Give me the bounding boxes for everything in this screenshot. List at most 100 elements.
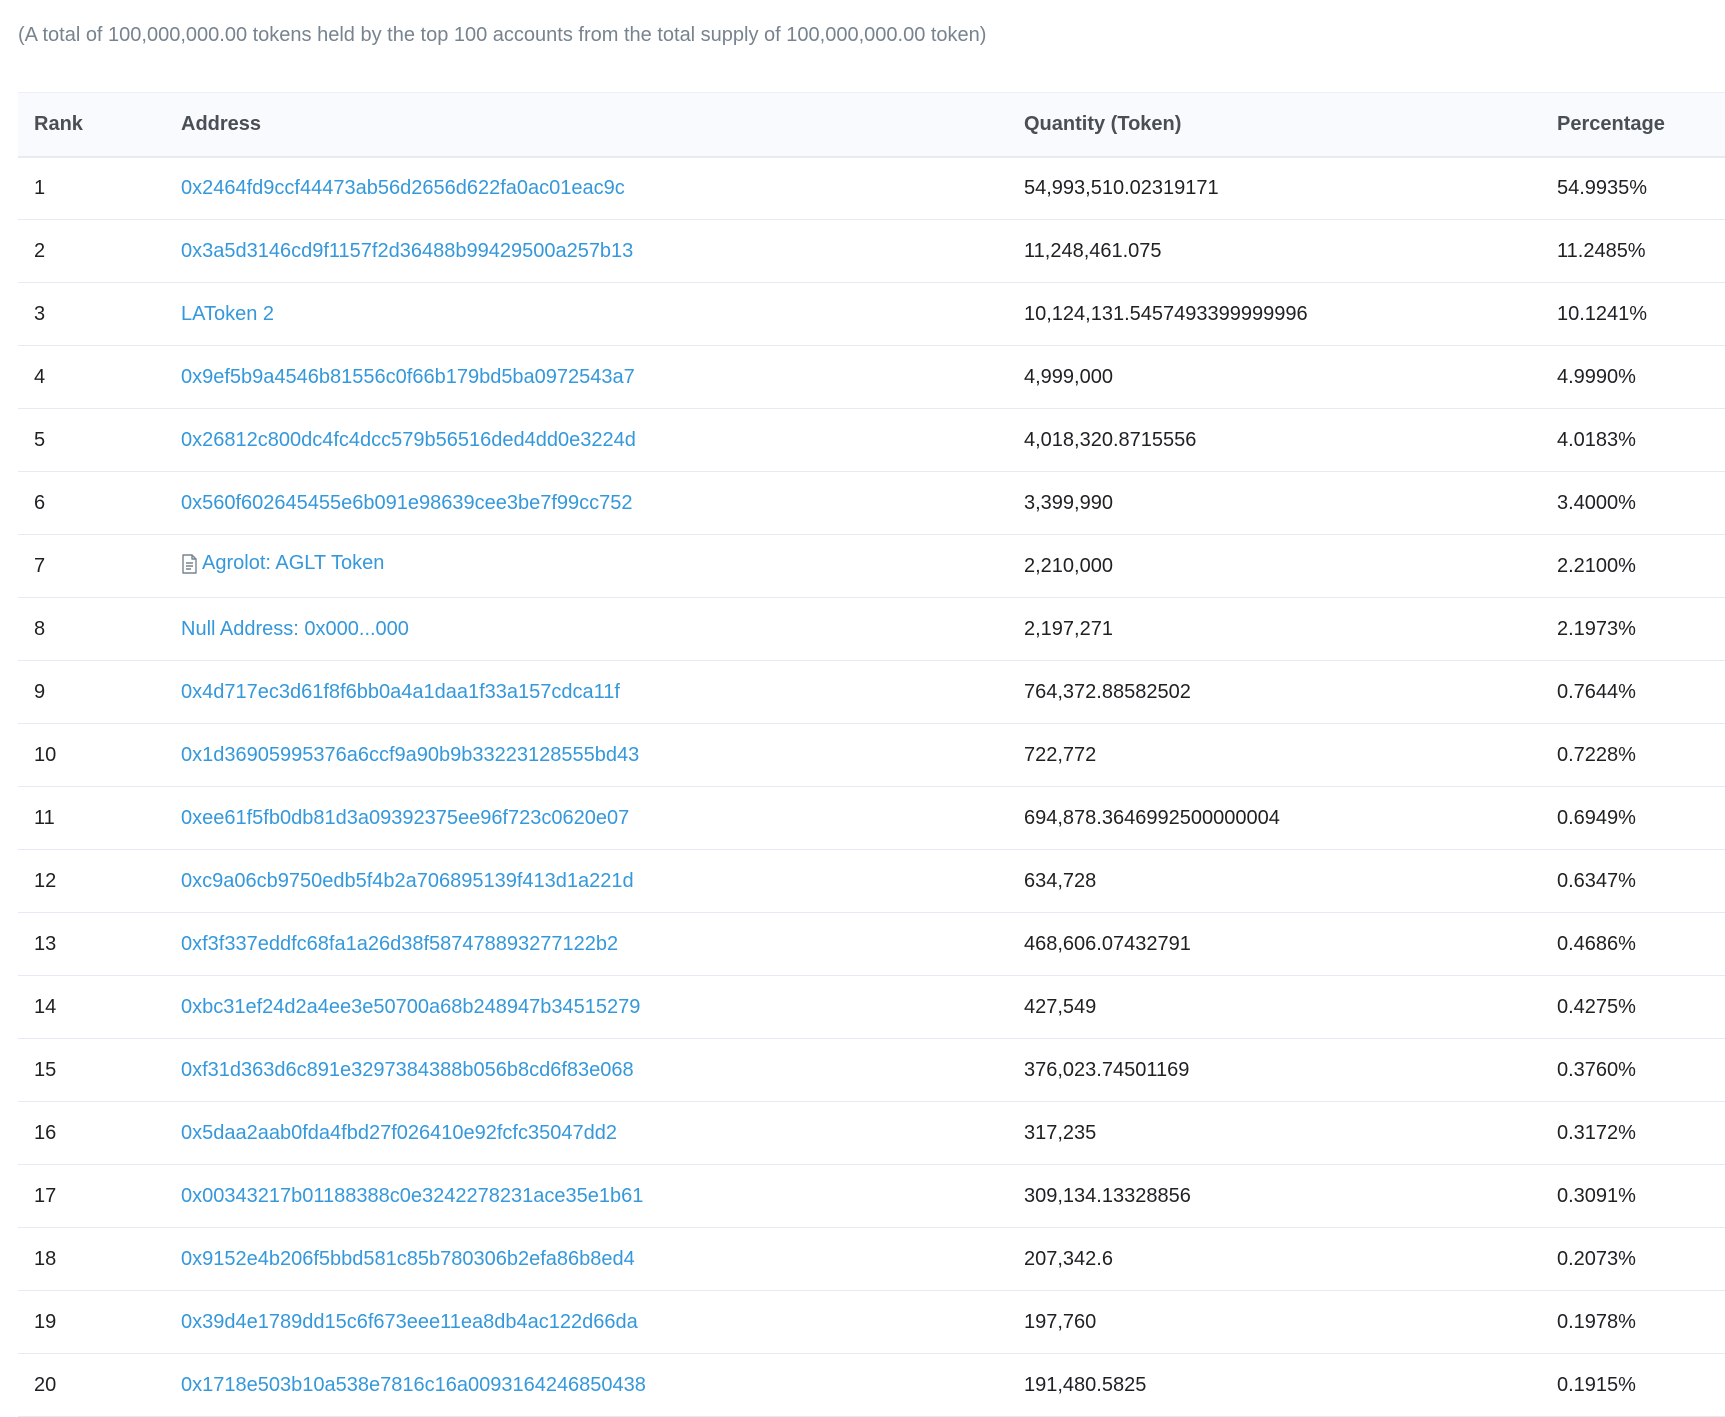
holder-address-link[interactable]: 0xbc31ef24d2a4ee3e50700a68b248947b345152…: [181, 996, 640, 1019]
holder-address-link[interactable]: 0x5daa2aab0fda4fbd27f026410e92fcfc35047d…: [181, 1122, 617, 1145]
address-cell: 0x2464fd9ccf44473ab56d2656d622fa0ac01eac…: [165, 156, 1008, 220]
percentage-cell: 0.6347%: [1541, 849, 1725, 913]
table-row: 17 0x00343217b01188388c0e3242278231ace35e…: [18, 1164, 1725, 1228]
rank-cell: 20: [18, 1353, 165, 1417]
address-cell: 0xc9a06cb9750edb5f4b2a706895139f413d1a22…: [165, 849, 1008, 913]
holder-address-text: 0xee61f5fb0db81d3a09392375ee96f723c0620e…: [181, 806, 630, 829]
quantity-cell: 634,728: [1008, 849, 1541, 913]
table-row: 16 0x5daa2aab0fda4fbd27f026410e92fcfc3504…: [18, 1101, 1725, 1165]
rank-cell: 13: [18, 912, 165, 976]
holder-address-text: 0x4d717ec3d61f8f6bb0a4a1daa1f33a157cdca1…: [181, 680, 620, 703]
holder-address-link[interactable]: 0x26812c800dc4fc4dcc579b56516ded4dd0e322…: [181, 429, 636, 452]
table-row: 7 Agrolot: AGLT Token 2,210,000 2.2100%: [18, 534, 1725, 598]
table-row: 14 0xbc31ef24d2a4ee3e50700a68b248947b3451…: [18, 975, 1725, 1039]
column-header-rank: Rank: [18, 92, 165, 158]
table-row: 5 0x26812c800dc4fc4dcc579b56516ded4dd0e32…: [18, 408, 1725, 472]
holder-address-link[interactable]: 0xee61f5fb0db81d3a09392375ee96f723c0620e…: [181, 807, 629, 830]
quantity-cell: 4,999,000: [1008, 345, 1541, 409]
holder-address-link[interactable]: 0xc9a06cb9750edb5f4b2a706895139f413d1a22…: [181, 870, 634, 893]
percentage-cell: 0.6949%: [1541, 786, 1725, 850]
holder-address-link[interactable]: 0x4d717ec3d61f8f6bb0a4a1daa1f33a157cdca1…: [181, 681, 620, 704]
percentage-cell: 0.1978%: [1541, 1290, 1725, 1354]
rank-cell: 14: [18, 975, 165, 1039]
table-header: Rank Address Quantity (Token) Percentage: [18, 92, 1725, 158]
rank-cell: 4: [18, 345, 165, 409]
quantity-cell: 10,124,131.5457493399999996: [1008, 282, 1541, 346]
rank-cell: 7: [18, 534, 165, 598]
table-row: 2 0x3a5d3146cd9f1157f2d36488b99429500a257…: [18, 219, 1725, 283]
holder-address-text: 0xf3f337eddfc68fa1a26d38f587478893277122…: [181, 932, 619, 955]
rank-cell: 18: [18, 1227, 165, 1291]
address-cell: 0x9152e4b206f5bbd581c85b780306b2efa86b8e…: [165, 1227, 1008, 1291]
quantity-cell: 468,606.07432791: [1008, 912, 1541, 976]
address-cell: 0x9ef5b9a4546b81556c0f66b179bd5ba0972543…: [165, 345, 1008, 409]
holder-address-link[interactable]: LAToken 2: [181, 303, 274, 326]
holder-address-text: 0x3a5d3146cd9f1157f2d36488b99429500a257b…: [181, 239, 634, 262]
table-header-row: Rank Address Quantity (Token) Percentage: [18, 92, 1725, 158]
holder-address-text: 0x9ef5b9a4546b81556c0f66b179bd5ba0972543…: [181, 365, 635, 388]
holder-address-text: 0x1d36905995376a6ccf9a90b9b33223128555bd…: [181, 743, 640, 766]
holder-address-link[interactable]: 0x39d4e1789dd15c6f673eee11ea8db4ac122d66…: [181, 1311, 638, 1334]
quantity-cell: 3,399,990: [1008, 471, 1541, 535]
address-cell: 0x00343217b01188388c0e3242278231ace35e1b…: [165, 1164, 1008, 1228]
holder-address-link[interactable]: 0x9152e4b206f5bbd581c85b780306b2efa86b8e…: [181, 1248, 635, 1271]
column-header-quantity: Quantity (Token): [1008, 92, 1541, 158]
holder-address-text: 0x5daa2aab0fda4fbd27f026410e92fcfc35047d…: [181, 1121, 617, 1144]
holder-address-link[interactable]: 0xf3f337eddfc68fa1a26d38f587478893277122…: [181, 933, 618, 956]
quantity-cell: 2,197,271: [1008, 597, 1541, 661]
table-row: 18 0x9152e4b206f5bbd581c85b780306b2efa86b…: [18, 1227, 1725, 1291]
holder-address-link[interactable]: 0x00343217b01188388c0e3242278231ace35e1b…: [181, 1185, 643, 1208]
rank-cell: 16: [18, 1101, 165, 1165]
quantity-cell: 4,018,320.8715556: [1008, 408, 1541, 472]
holder-address-link[interactable]: 0x3a5d3146cd9f1157f2d36488b99429500a257b…: [181, 240, 633, 263]
address-cell: 0x26812c800dc4fc4dcc579b56516ded4dd0e322…: [165, 408, 1008, 472]
column-header-percentage: Percentage: [1541, 92, 1725, 158]
holder-address-text: Null Address: 0x000...000: [181, 617, 409, 640]
holder-address-link[interactable]: 0x560f602645455e6b091e98639cee3be7f99cc7…: [181, 492, 633, 515]
rank-cell: 1: [18, 156, 165, 220]
quantity-cell: 427,549: [1008, 975, 1541, 1039]
table-row: 4 0x9ef5b9a4546b81556c0f66b179bd5ba097254…: [18, 345, 1725, 409]
table-body: 1 0x2464fd9ccf44473ab56d2656d622fa0ac01ea…: [18, 156, 1725, 1417]
holder-address-text: 0x26812c800dc4fc4dcc579b56516ded4dd0e322…: [181, 428, 636, 451]
rank-cell: 19: [18, 1290, 165, 1354]
percentage-cell: 10.1241%: [1541, 282, 1725, 346]
holder-address-link[interactable]: 0x9ef5b9a4546b81556c0f66b179bd5ba0972543…: [181, 366, 635, 389]
rank-cell: 17: [18, 1164, 165, 1228]
table-row: 1 0x2464fd9ccf44473ab56d2656d622fa0ac01ea…: [18, 156, 1725, 220]
table-row: 15 0xf31d363d6c891e3297384388b056b8cd6f83…: [18, 1038, 1725, 1102]
holder-address-link[interactable]: Agrolot: AGLT Token: [181, 552, 384, 575]
rank-cell: 11: [18, 786, 165, 850]
holder-address-text: 0xf31d363d6c891e3297384388b056b8cd6f83e0…: [181, 1058, 634, 1081]
column-header-address: Address: [165, 92, 1008, 158]
rank-cell: 12: [18, 849, 165, 913]
table-row: 12 0xc9a06cb9750edb5f4b2a706895139f413d1a…: [18, 849, 1725, 913]
holder-address-link[interactable]: 0x1718e503b10a538e7816c16a00931642468504…: [181, 1374, 646, 1397]
percentage-cell: 0.3091%: [1541, 1164, 1725, 1228]
rank-cell: 3: [18, 282, 165, 346]
table-row: 6 0x560f602645455e6b091e98639cee3be7f99cc…: [18, 471, 1725, 535]
address-cell: LAToken 2: [165, 282, 1008, 346]
table-row: 11 0xee61f5fb0db81d3a09392375ee96f723c062…: [18, 786, 1725, 850]
quantity-cell: 11,248,461.075: [1008, 219, 1541, 283]
contract-document-icon: [181, 554, 198, 574]
holder-address-link[interactable]: 0x1d36905995376a6ccf9a90b9b33223128555bd…: [181, 744, 639, 767]
percentage-cell: 0.4686%: [1541, 912, 1725, 976]
quantity-cell: 317,235: [1008, 1101, 1541, 1165]
percentage-cell: 0.4275%: [1541, 975, 1725, 1039]
table-row: 20 0x1718e503b10a538e7816c16a009316424685…: [18, 1353, 1725, 1417]
holder-address-text: 0xbc31ef24d2a4ee3e50700a68b248947b345152…: [181, 995, 641, 1018]
holder-address-text: Agrolot: AGLT Token: [202, 552, 385, 575]
table-row: 10 0x1d36905995376a6ccf9a90b9b33223128555…: [18, 723, 1725, 787]
quantity-cell: 694,878.3646992500000004: [1008, 786, 1541, 850]
holder-address-link[interactable]: 0xf31d363d6c891e3297384388b056b8cd6f83e0…: [181, 1059, 634, 1082]
address-cell: 0x1718e503b10a538e7816c16a00931642468504…: [165, 1353, 1008, 1417]
holder-address-link[interactable]: 0x2464fd9ccf44473ab56d2656d622fa0ac01eac…: [181, 177, 625, 200]
rank-cell: 6: [18, 471, 165, 535]
holder-address-link[interactable]: Null Address: 0x000...000: [181, 618, 409, 641]
quantity-cell: 191,480.5825: [1008, 1353, 1541, 1417]
holder-address-text: 0x00343217b01188388c0e3242278231ace35e1b…: [181, 1184, 644, 1207]
address-cell: 0xf3f337eddfc68fa1a26d38f587478893277122…: [165, 912, 1008, 976]
percentage-cell: 11.2485%: [1541, 219, 1725, 283]
quantity-cell: 2,210,000: [1008, 534, 1541, 598]
